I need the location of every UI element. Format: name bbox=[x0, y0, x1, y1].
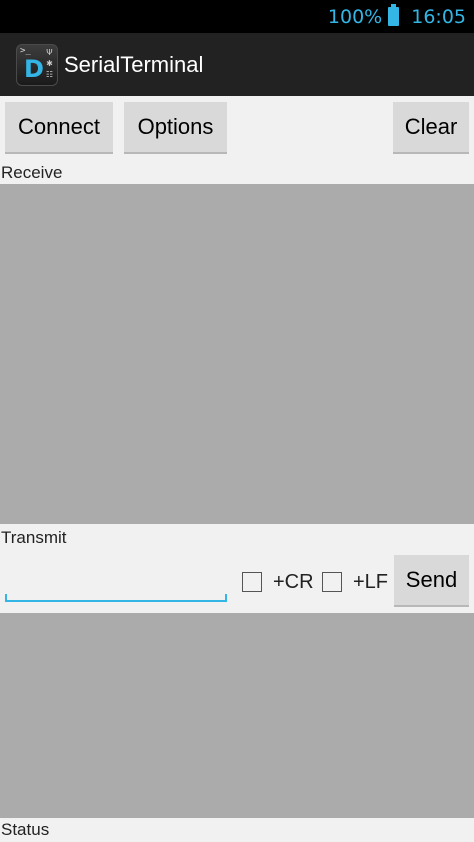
options-button[interactable]: Options bbox=[124, 102, 227, 154]
send-button[interactable]: Send bbox=[394, 555, 469, 607]
receive-area[interactable] bbox=[0, 184, 474, 524]
connect-button[interactable]: Connect bbox=[5, 102, 113, 154]
transmit-input[interactable] bbox=[5, 562, 227, 602]
serialterminal-app-icon[interactable]: >_ Ψ ✱ ☷ D bbox=[16, 43, 58, 86]
action-bar: >_ Ψ ✱ ☷ D SerialTerminal bbox=[0, 33, 474, 96]
battery-percent: 100% bbox=[327, 5, 383, 28]
d-letter-icon: D bbox=[24, 54, 44, 83]
usb-bluetooth-network-icon: Ψ ✱ ☷ bbox=[45, 47, 53, 79]
clear-button[interactable]: Clear bbox=[393, 102, 469, 154]
input-underline-cap-left bbox=[5, 594, 7, 602]
transmit-log-area[interactable] bbox=[0, 613, 474, 818]
transmit-label: Transmit bbox=[1, 528, 67, 547]
status-bar: 100% 16:05 bbox=[0, 0, 474, 33]
lf-checkbox[interactable] bbox=[322, 572, 342, 592]
battery-icon bbox=[388, 4, 400, 26]
receive-label: Receive bbox=[1, 163, 63, 182]
app-title: SerialTerminal bbox=[64, 51, 204, 77]
input-underline-cap-right bbox=[225, 594, 227, 602]
lf-label: +LF bbox=[353, 571, 389, 593]
cr-checkbox[interactable] bbox=[242, 572, 262, 592]
cr-label: +CR bbox=[273, 571, 314, 593]
status-label: Status bbox=[1, 820, 50, 839]
clock-time: 16:05 bbox=[411, 5, 466, 28]
terminal-prompt-icon: >_ bbox=[20, 45, 31, 56]
